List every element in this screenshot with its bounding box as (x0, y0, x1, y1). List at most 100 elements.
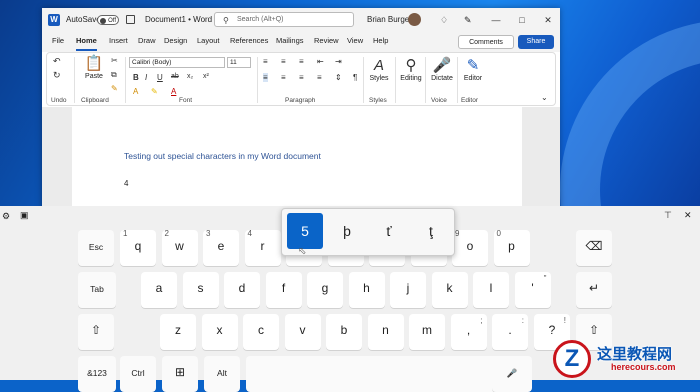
key-k[interactable]: k (431, 272, 468, 308)
key-m[interactable]: m (409, 314, 445, 350)
key-h[interactable]: h (348, 272, 385, 308)
key-esc[interactable]: Esc (78, 230, 114, 266)
line-spacing-icon[interactable]: ⇕ (335, 73, 342, 82)
accent-option[interactable]: ţ (413, 213, 449, 249)
tab-view[interactable]: View (347, 36, 363, 45)
key-alt[interactable]: Alt (204, 356, 240, 392)
font-size-combo[interactable]: 11 (227, 57, 251, 68)
comments-button[interactable]: Comments (458, 35, 514, 49)
key-tab[interactable]: Tab (78, 272, 116, 308)
key-e[interactable]: e3 (203, 229, 239, 266)
tab-review[interactable]: Review (314, 36, 339, 45)
dock-icon[interactable]: ⊤ (664, 210, 672, 221)
tab-mailings[interactable]: Mailings (276, 36, 304, 45)
tab-draw[interactable]: Draw (138, 36, 156, 45)
key-w[interactable]: w2 (161, 229, 198, 266)
key-j[interactable]: j (390, 272, 426, 308)
text-effects-icon[interactable]: A (133, 87, 138, 96)
search-input[interactable]: ⚲ Search (Alt+Q) (214, 12, 354, 27)
key-c[interactable]: c (243, 314, 279, 350)
font-name-combo[interactable]: Calibri (Body) (129, 57, 225, 68)
subscript-button[interactable]: x₂ (187, 73, 193, 80)
pilcrow-icon[interactable]: ¶ (353, 73, 357, 82)
tab-home[interactable]: Home (76, 36, 97, 45)
tab-design[interactable]: Design (164, 36, 187, 45)
key-z[interactable]: z (160, 314, 196, 350)
paste-button[interactable]: 📋 Paste (80, 55, 108, 80)
format-painter-icon[interactable]: ✎ (111, 84, 118, 93)
key-f[interactable]: f (265, 272, 302, 308)
align-center-icon[interactable]: ≡ (281, 73, 286, 82)
increase-indent-icon[interactable]: ⇥ (335, 57, 342, 66)
pen-icon[interactable]: ✎ (464, 8, 472, 32)
document-text-line[interactable]: Testing out special characters in my Wor… (124, 151, 321, 161)
redo-icon[interactable]: ↻ (53, 70, 61, 81)
key-o[interactable]: o9 (452, 229, 488, 266)
key-g[interactable]: g (307, 272, 343, 308)
bullets-icon[interactable]: ≡ (263, 57, 268, 66)
key-l[interactable]: l (473, 272, 509, 308)
maximize-icon[interactable]: □ (510, 8, 534, 32)
bold-button[interactable]: B (133, 73, 139, 82)
tab-help[interactable]: Help (373, 36, 388, 45)
emoji-icon[interactable]: ▣ (20, 210, 29, 221)
italic-button[interactable]: I (145, 73, 147, 82)
key-b[interactable]: b (326, 314, 362, 350)
key-v[interactable]: v (284, 314, 321, 350)
editing-button[interactable]: ⚲ Editing (397, 57, 425, 82)
justify-icon[interactable]: ≡ (317, 73, 322, 82)
avatar[interactable] (408, 13, 421, 26)
tab-insert[interactable]: Insert (109, 36, 128, 45)
tab-file[interactable]: File (52, 36, 64, 45)
key-x[interactable]: x (201, 314, 238, 350)
highlight-icon[interactable]: ✎ (151, 87, 158, 96)
key-s[interactable]: s (182, 272, 219, 308)
settings-icon[interactable]: ⚙ (2, 211, 10, 222)
key-p[interactable]: p0 (493, 229, 530, 266)
key-,[interactable]: ,; (450, 314, 487, 350)
accent-option[interactable]: þ (329, 213, 365, 249)
tab-references[interactable]: References (230, 36, 268, 45)
key-.[interactable]: .: (492, 314, 528, 350)
align-left-icon[interactable]: ≡ (263, 73, 268, 82)
accent-option[interactable]: ť (371, 213, 407, 249)
styles-button[interactable]: A Styles (365, 57, 393, 82)
undo-icon[interactable]: ↶ (53, 56, 61, 67)
collapse-ribbon-icon[interactable]: ⌄ (541, 93, 548, 102)
key-a[interactable]: a (141, 272, 177, 308)
strikethrough-button[interactable]: ab (171, 73, 179, 80)
save-icon[interactable] (126, 15, 135, 24)
superscript-button[interactable]: x² (203, 73, 209, 80)
key-windows[interactable]: ⊞ (162, 356, 198, 392)
key-q[interactable]: q1 (120, 229, 156, 266)
tab-layout[interactable]: Layout (197, 36, 220, 45)
keyboard-close-icon[interactable]: ✕ (684, 210, 692, 221)
decrease-indent-icon[interactable]: ⇤ (317, 57, 324, 66)
autosave-toggle[interactable]: Off (97, 15, 119, 25)
share-button[interactable]: Share (518, 35, 554, 49)
accent-option[interactable]: 5 (287, 213, 323, 249)
key-symbols[interactable]: &123 (78, 356, 116, 392)
key-enter[interactable]: ↵ (576, 272, 612, 308)
key-n[interactable]: n (367, 314, 404, 350)
multilevel-icon[interactable]: ≡ (299, 57, 304, 66)
copy-icon[interactable]: ⧉ (111, 70, 117, 80)
editor-button[interactable]: ✎ Editor (459, 57, 487, 82)
font-color-button[interactable]: A (171, 87, 176, 96)
key-r[interactable]: r4 (244, 229, 281, 266)
document-page[interactable]: Testing out special characters in my Wor… (72, 107, 522, 213)
key-space[interactable] (246, 356, 516, 392)
key-shift[interactable]: ⇧ (78, 314, 114, 350)
key-ctrl[interactable]: Ctrl (120, 356, 156, 392)
close-icon[interactable]: ✕ (536, 8, 560, 32)
key-backspace[interactable]: ⌫ (576, 230, 612, 266)
cut-icon[interactable]: ✂ (111, 56, 118, 65)
key-microphone[interactable]: 🎤 (492, 356, 532, 392)
dictate-button[interactable]: 🎤 Dictate (427, 57, 457, 82)
underline-button[interactable]: U (157, 73, 163, 82)
key-'[interactable]: ' " (514, 272, 551, 308)
key-d[interactable]: d (224, 272, 260, 308)
document-text-line[interactable]: 4 (124, 179, 128, 188)
align-right-icon[interactable]: ≡ (299, 73, 304, 82)
minimize-icon[interactable]: — (484, 8, 508, 32)
